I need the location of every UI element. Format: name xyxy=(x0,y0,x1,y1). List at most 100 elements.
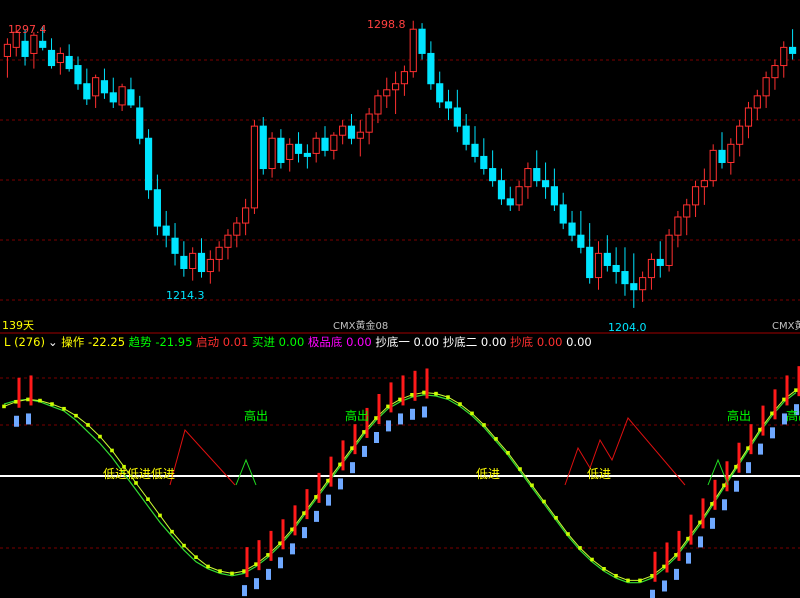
operation-point xyxy=(446,395,450,399)
rise-block xyxy=(362,445,367,457)
indicator-header: L (276) ⌄ 操作 -22.25 趋势 -21.95 启动 0.01 买进 … xyxy=(0,333,800,351)
candle xyxy=(436,71,444,108)
indicator-lines xyxy=(2,366,800,598)
operation-point xyxy=(422,390,426,395)
annotation-low-in-2: 低进 xyxy=(476,467,500,481)
operation-point xyxy=(494,437,498,441)
candle xyxy=(180,241,188,277)
candle xyxy=(400,65,408,96)
operation-point xyxy=(86,423,90,427)
operation-point xyxy=(290,527,294,532)
candle xyxy=(197,238,206,278)
candle xyxy=(109,77,117,108)
candle-body xyxy=(321,137,329,151)
rise-block xyxy=(338,478,343,490)
candle-body xyxy=(330,134,338,151)
candle-body xyxy=(39,40,47,48)
indicator-item-value: 0.00 xyxy=(278,335,305,349)
operation-point xyxy=(602,567,606,571)
indicator-item-value: 0.01 xyxy=(222,335,249,349)
candle xyxy=(665,229,673,272)
candle-body xyxy=(21,40,29,57)
operation-point xyxy=(734,464,738,469)
indicator-item-value: 0.00 xyxy=(562,335,592,349)
candle-body xyxy=(83,83,91,100)
candle xyxy=(144,129,153,199)
candle-body xyxy=(294,143,303,154)
operation-point xyxy=(74,413,78,418)
operation-point xyxy=(578,546,582,550)
operation-point xyxy=(374,416,378,420)
operation-point xyxy=(470,411,474,416)
candle-series xyxy=(3,20,797,308)
candle xyxy=(541,162,550,199)
signal-green-peak xyxy=(707,458,729,486)
high-label-2: 1298.8 xyxy=(367,18,406,31)
candle-body xyxy=(630,283,638,291)
candle-body xyxy=(136,107,144,139)
operation-point xyxy=(218,569,222,573)
candle xyxy=(683,198,691,236)
chevron-down-icon[interactable]: ⌄ xyxy=(48,335,58,349)
candle-body xyxy=(647,258,656,279)
candle-body xyxy=(453,107,461,127)
candle xyxy=(568,210,576,242)
signal-peak xyxy=(564,417,686,486)
chart-canvas: 1297.4 1298.8 1214.3 1204.0 139天 CMX黄金08… xyxy=(0,18,800,598)
candle-body xyxy=(392,83,400,91)
candle-body xyxy=(524,168,532,188)
indicator-name[interactable]: L (276) xyxy=(0,335,45,349)
candle-body xyxy=(144,137,153,191)
candle-body xyxy=(242,207,250,224)
candle-body xyxy=(339,125,347,136)
candle xyxy=(418,23,426,60)
candle xyxy=(206,250,214,284)
rise-block xyxy=(350,462,355,474)
operation-point xyxy=(266,553,270,557)
candle-body xyxy=(462,125,470,145)
rise-block xyxy=(722,499,727,511)
operation-point xyxy=(158,513,162,518)
operation-point xyxy=(50,402,54,406)
operation-point xyxy=(614,573,618,578)
candle-body xyxy=(189,252,197,270)
annotation-low-in-1: 低进低进低进 xyxy=(103,467,175,481)
operation-point xyxy=(698,520,702,525)
operation-point xyxy=(326,478,330,483)
operation-point xyxy=(530,483,534,488)
candle xyxy=(736,120,744,157)
rise-block xyxy=(734,480,739,492)
rise-block xyxy=(398,413,403,425)
candle xyxy=(709,144,717,187)
indicator-item-label: 抄底二 xyxy=(439,335,481,349)
operation-point xyxy=(782,397,786,402)
candle-body xyxy=(718,149,726,163)
candle xyxy=(303,144,311,169)
operation-point xyxy=(686,536,690,541)
operation-point xyxy=(302,511,306,515)
operation-point xyxy=(626,578,630,583)
operation-point xyxy=(338,462,342,467)
candle xyxy=(621,247,629,296)
signal-green-peak xyxy=(235,458,257,486)
candle-body xyxy=(603,252,611,266)
candle-body xyxy=(100,80,109,94)
candle-body xyxy=(356,131,364,139)
candle-body xyxy=(56,52,64,64)
operation-point xyxy=(650,573,654,578)
candle-body xyxy=(303,152,311,157)
candle-body xyxy=(789,46,797,54)
candle xyxy=(471,126,479,163)
operation-point xyxy=(638,578,642,583)
operation-point xyxy=(434,391,438,396)
operation-point xyxy=(242,569,246,573)
operation-point xyxy=(590,557,594,562)
candle-body xyxy=(118,86,126,106)
candle-body xyxy=(286,143,294,160)
candle-body xyxy=(639,277,647,291)
candle xyxy=(47,38,56,69)
operation-point xyxy=(770,411,774,416)
rise-block xyxy=(386,420,391,432)
candle-body xyxy=(541,180,550,188)
rise-block xyxy=(410,408,415,420)
